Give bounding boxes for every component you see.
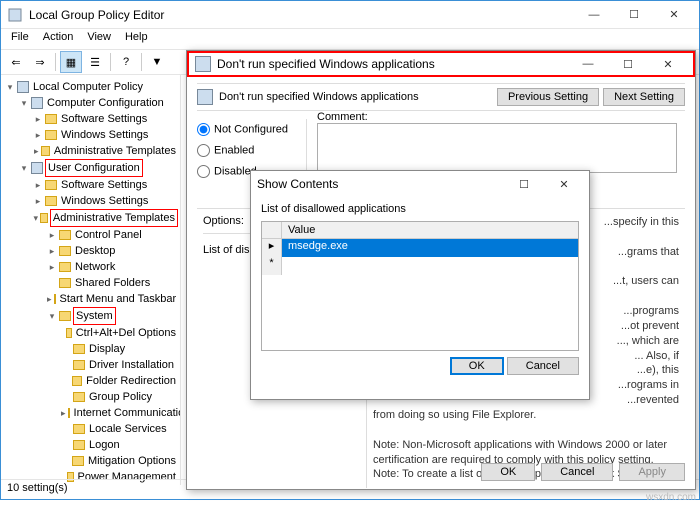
tree-fr[interactable]: Folder Redirection [61, 373, 178, 389]
policy-cancel-button[interactable]: Cancel [541, 463, 613, 481]
tree-cc-sw[interactable]: ▸Software Settings [33, 111, 178, 127]
show-contents-titlebar: Show Contents ☐ ✕ [251, 171, 589, 197]
tree-sf[interactable]: Shared Folders [47, 275, 178, 291]
tree-smt[interactable]: ▸Start Menu and Taskbar [47, 291, 178, 307]
tree-cad[interactable]: Ctrl+Alt+Del Options [61, 325, 178, 341]
app-icon [7, 7, 23, 23]
policy-min-button[interactable]: — [569, 53, 607, 75]
tree-uc-win[interactable]: ▸Windows Settings [33, 193, 178, 209]
sc-ok-button[interactable]: OK [450, 357, 504, 375]
tree-ic[interactable]: ▸Internet Communication [61, 405, 178, 421]
tree-sys[interactable]: ▾System [47, 307, 178, 325]
filter-button[interactable]: ▼ [146, 51, 168, 73]
policy-ok-button[interactable]: OK [481, 463, 535, 481]
minimize-button[interactable]: — [575, 4, 613, 26]
policy-title: Don't run specified Windows applications [217, 57, 569, 71]
tree-root[interactable]: ▾Local Computer Policy [5, 79, 178, 95]
tree-net[interactable]: ▸Network [47, 259, 178, 275]
next-setting-button[interactable]: Next Setting [603, 88, 685, 106]
value-grid[interactable]: Value ▸msedge.exe [261, 221, 579, 351]
up-button[interactable]: ▦ [60, 51, 82, 73]
tree-uc-sw[interactable]: ▸Software Settings [33, 177, 178, 193]
policy-titlebar: Don't run specified Windows applications… [187, 51, 695, 77]
policy-close-button[interactable]: ✕ [649, 53, 687, 75]
menu-file[interactable]: File [5, 29, 35, 49]
policy-max-button[interactable]: ☐ [609, 53, 647, 75]
menu-help[interactable]: Help [119, 29, 154, 49]
prev-setting-button[interactable]: Previous Setting [497, 88, 599, 106]
policy-header: Don't run specified Windows applications [219, 91, 493, 103]
grid-row-new[interactable] [262, 257, 578, 275]
radio-enabled[interactable]: Enabled [197, 140, 306, 161]
policy-apply-button[interactable]: Apply [619, 463, 685, 481]
show-hide-button[interactable]: ☰ [84, 51, 106, 73]
comment-input[interactable] [317, 123, 677, 173]
maximize-button[interactable]: ☐ [615, 4, 653, 26]
policy-hdr-icon [197, 89, 213, 105]
window-title: Local Group Policy Editor [29, 8, 575, 22]
tree-gp[interactable]: Group Policy [61, 389, 178, 405]
menu-view[interactable]: View [81, 29, 117, 49]
sc-close-button[interactable]: ✕ [545, 173, 583, 195]
close-button[interactable]: ✕ [655, 4, 693, 26]
show-contents-dialog: Show Contents ☐ ✕ List of disallowed app… [250, 170, 590, 400]
tree-cc[interactable]: ▾Computer Configuration [19, 95, 178, 111]
tree-logon[interactable]: Logon [61, 437, 178, 453]
comment-label: Comment: [317, 111, 368, 123]
tree-uc-adm[interactable]: ▾Administrative Templates [33, 209, 178, 227]
grid-row[interactable]: ▸msedge.exe [262, 239, 578, 257]
tree-uc[interactable]: ▾User Configuration [19, 159, 178, 177]
tree-desk[interactable]: ▸Desktop [47, 243, 178, 259]
sc-max-button[interactable]: ☐ [505, 173, 543, 195]
forward-button[interactable]: ⇒ [29, 51, 51, 73]
titlebar: Local Group Policy Editor — ☐ ✕ [1, 1, 699, 29]
watermark: wsxdn.com [646, 492, 696, 503]
tree-cp[interactable]: ▸Control Panel [47, 227, 178, 243]
tree-cc-adm[interactable]: ▸Administrative Templates [33, 143, 178, 159]
policy-icon [195, 56, 211, 72]
show-contents-title: Show Contents [257, 177, 505, 191]
back-button[interactable]: ⇐ [5, 51, 27, 73]
menu-action[interactable]: Action [37, 29, 80, 49]
tree-disp[interactable]: Display [61, 341, 178, 357]
menubar: File Action View Help [1, 29, 699, 49]
tree-mit[interactable]: Mitigation Options [61, 453, 178, 469]
radio-not-configured[interactable]: Not Configured [197, 119, 306, 140]
tree-ls[interactable]: Locale Services [61, 421, 178, 437]
tree-drv[interactable]: Driver Installation [61, 357, 178, 373]
tree-cc-win[interactable]: ▸Windows Settings [33, 127, 178, 143]
col-value[interactable]: Value [282, 222, 578, 238]
policy-tree[interactable]: ▾Local Computer Policy ▾Computer Configu… [1, 75, 181, 485]
sc-caption: List of disallowed applications [261, 203, 579, 215]
help-button[interactable]: ? [115, 51, 137, 73]
sc-cancel-button[interactable]: Cancel [507, 357, 579, 375]
